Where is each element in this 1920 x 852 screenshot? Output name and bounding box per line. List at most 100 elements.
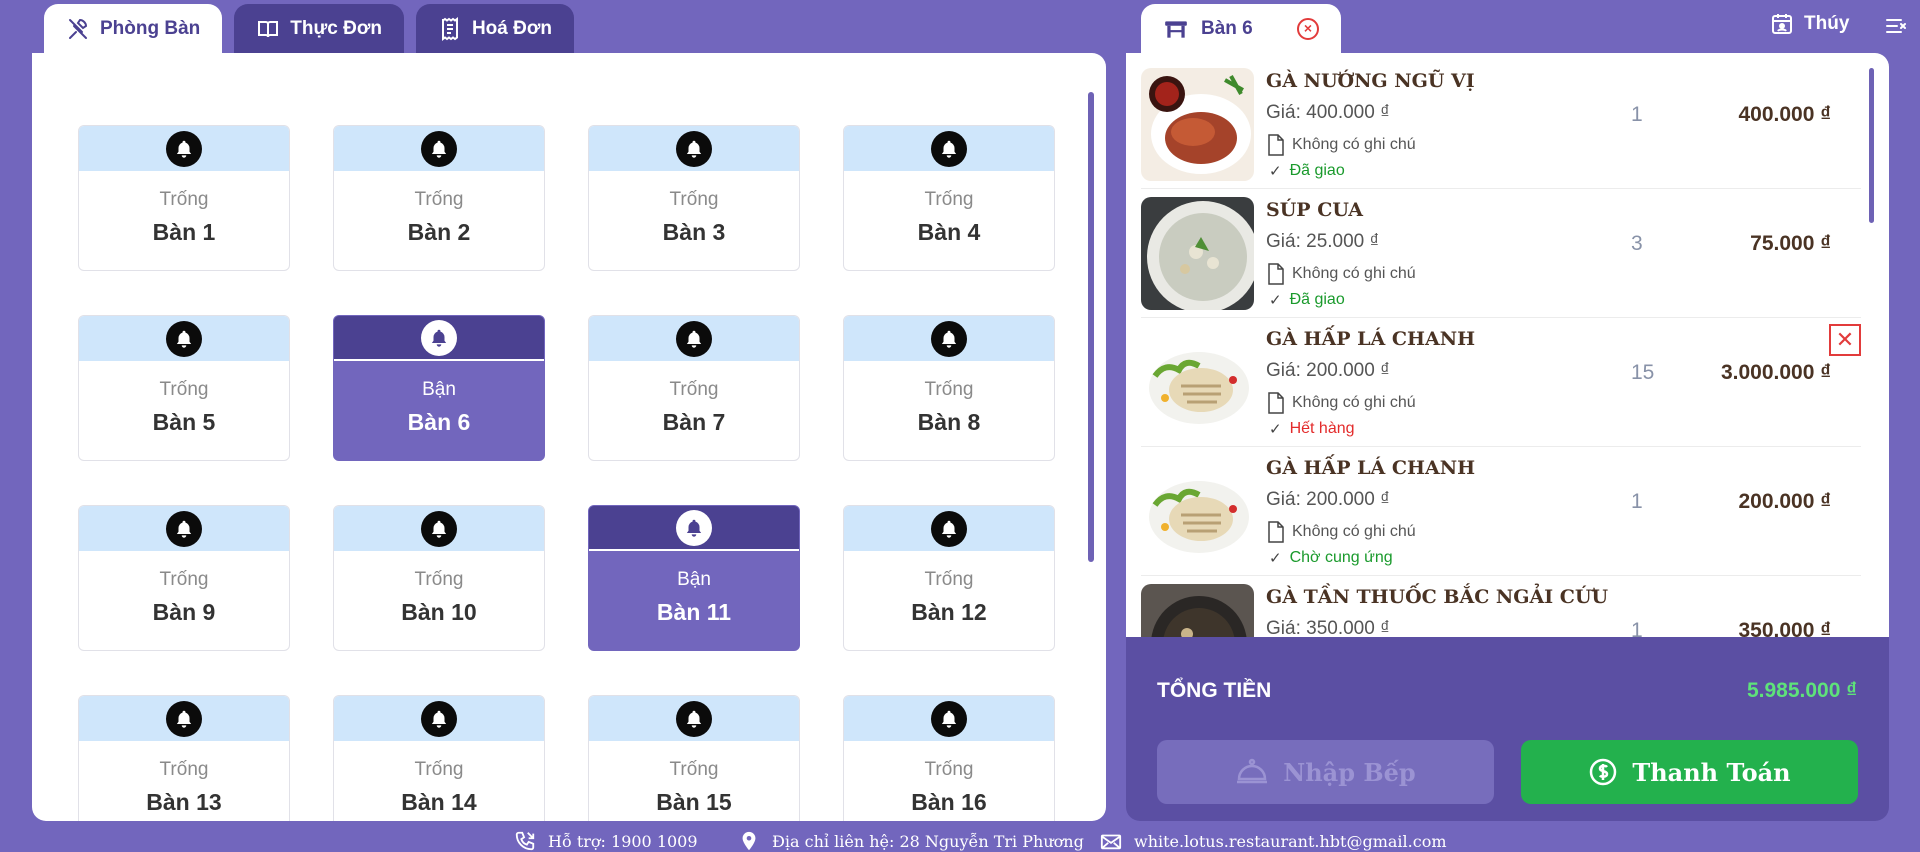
dish-quantity[interactable]: 15 (1631, 361, 1654, 385)
table-card[interactable]: Trống Bàn 9 (78, 505, 290, 651)
table-card-header (79, 316, 289, 361)
table-name: Bàn 2 (407, 219, 471, 245)
order-item[interactable]: GÀ HẤP LÁ CHANH Giá: 200.000 ₫ Không có … (1141, 318, 1861, 447)
order-scrollbar[interactable] (1869, 68, 1874, 223)
footer-email: white.lotus.restaurant.hbt@gmail.com (1100, 830, 1447, 852)
table-card[interactable]: Trống Bàn 15 (588, 695, 800, 821)
dish-name: GÀ TẦN THUỐC BẮC NGẢI CỨU (1266, 586, 1609, 608)
order-item[interactable]: SÚP CUA Giá: 25.000 ₫ Không có ghi chú ✓… (1141, 189, 1861, 318)
notification-bell[interactable] (421, 700, 457, 737)
table-card-body: Trống Bàn 15 (589, 741, 799, 816)
notification-bell[interactable] (166, 700, 202, 737)
note-icon (1268, 392, 1284, 414)
hamburger-menu-icon[interactable] (1884, 14, 1908, 38)
table-name: Bàn 13 (146, 789, 222, 815)
notification-bell[interactable] (676, 130, 712, 167)
notification-bell[interactable] (931, 130, 967, 167)
table-name: Bàn 16 (911, 789, 987, 815)
table-card[interactable]: Bận Bàn 6 (333, 315, 545, 461)
dish-quantity[interactable]: 1 (1631, 619, 1643, 637)
table-card[interactable]: Trống Bàn 10 (333, 505, 545, 651)
dish-note[interactable]: Không có ghi chú (1266, 521, 1416, 543)
dish-image (1141, 68, 1254, 181)
order-item[interactable]: GÀ NƯỚNG NGŨ VỊ Giá: 400.000 ₫ Không có … (1141, 60, 1861, 189)
check-icon: ✓ (1269, 550, 1282, 567)
table-status: Trống (669, 759, 719, 780)
note-icon (1268, 134, 1284, 156)
table-status: Trống (924, 569, 974, 590)
table-status: Trống (159, 379, 209, 400)
table-status: Bận (677, 569, 711, 590)
total-value: 5.985.000 ₫ (1746, 679, 1857, 702)
notification-bell[interactable] (931, 510, 967, 547)
table-card-body: Trống Bàn 1 (79, 171, 289, 246)
tab-phong-ban[interactable]: Phòng Bàn (44, 4, 223, 53)
tables-scrollbar[interactable] (1088, 92, 1094, 562)
user-menu[interactable]: Thúy (1770, 12, 1849, 36)
table-card-body: Trống Bàn 5 (79, 361, 289, 436)
table-status: Bận (422, 379, 456, 400)
dish-quantity[interactable]: 1 (1631, 490, 1643, 514)
dish-note[interactable]: Không có ghi chú (1266, 263, 1416, 285)
bell-icon (176, 520, 192, 538)
table-card[interactable]: Trống Bàn 5 (78, 315, 290, 461)
dish-price: Giá: 25.000 ₫ (1266, 231, 1380, 252)
notification-bell[interactable] (421, 319, 457, 356)
table-card[interactable]: Trống Bàn 12 (843, 505, 1055, 651)
table-card-body: Bận Bàn 11 (589, 551, 799, 626)
table-card[interactable]: Trống Bàn 2 (333, 125, 545, 271)
notification-bell[interactable] (166, 130, 202, 167)
order-item[interactable]: GÀ HẤP LÁ CHANH Giá: 200.000 ₫ Không có … (1141, 447, 1861, 576)
notification-bell[interactable] (421, 130, 457, 167)
notification-bell[interactable] (166, 320, 202, 357)
receipt-icon (441, 16, 458, 41)
table-card[interactable]: Trống Bàn 16 (843, 695, 1055, 821)
table-card[interactable]: Trống Bàn 8 (843, 315, 1055, 461)
user-name: Thúy (1804, 13, 1850, 34)
notification-bell[interactable] (676, 700, 712, 737)
dish-note[interactable]: Không có ghi chú (1266, 392, 1416, 414)
bell-icon (686, 140, 702, 158)
table-card-header (589, 696, 799, 741)
table-card[interactable]: Trống Bàn 3 (588, 125, 800, 271)
notification-bell[interactable] (931, 700, 967, 737)
bell-icon (431, 520, 447, 538)
table-card[interactable]: Trống Bàn 14 (333, 695, 545, 821)
close-tab-button[interactable]: × (1297, 18, 1319, 40)
table-name: Bàn 4 (917, 219, 981, 245)
table-card[interactable]: Trống Bàn 1 (78, 125, 290, 271)
table-card-header (844, 506, 1054, 551)
remove-item-button[interactable]: ✕ (1829, 324, 1861, 356)
table-status: Trống (669, 379, 719, 400)
dish-quantity[interactable]: 1 (1631, 103, 1643, 127)
table-card[interactable]: Trống Bàn 13 (78, 695, 290, 821)
dish-image (1141, 584, 1254, 637)
dish-status: ✓ Đã giao (1269, 291, 1345, 309)
notification-bell[interactable] (676, 320, 712, 357)
notification-bell[interactable] (676, 509, 712, 546)
dish-note[interactable]: Không có ghi chú (1266, 134, 1416, 156)
pay-button[interactable]: Thanh Toán (1521, 740, 1858, 804)
tab-hoa-don[interactable]: Hoá Đơn (415, 4, 574, 53)
bell-icon (431, 329, 447, 347)
check-icon: ✓ (1269, 292, 1282, 309)
table-card-header (334, 696, 544, 741)
table-card[interactable]: Trống Bàn 4 (843, 125, 1055, 271)
send-to-kitchen-button[interactable]: Nhập Bếp (1157, 740, 1494, 804)
notification-bell[interactable] (931, 320, 967, 357)
bell-icon (686, 710, 702, 728)
table-card[interactable]: Bận Bàn 11 (588, 505, 800, 651)
table-status: Trống (159, 189, 209, 210)
menu-book-icon (258, 20, 279, 37)
table-card[interactable]: Trống Bàn 7 (588, 315, 800, 461)
tab-thuc-don[interactable]: Thực Đơn (234, 4, 404, 53)
bell-icon (431, 710, 447, 728)
coin-icon (1590, 758, 1617, 786)
order-item[interactable]: GÀ TẦN THUỐC BẮC NGẢI CỨU Giá: 350.000 ₫… (1141, 576, 1861, 637)
notification-bell[interactable] (166, 510, 202, 547)
notification-bell[interactable] (421, 510, 457, 547)
check-icon: ✓ (1269, 163, 1282, 180)
order-tab[interactable]: Bàn 6 × (1141, 4, 1341, 53)
table-card-header (334, 506, 544, 551)
dish-quantity[interactable]: 3 (1631, 232, 1643, 256)
